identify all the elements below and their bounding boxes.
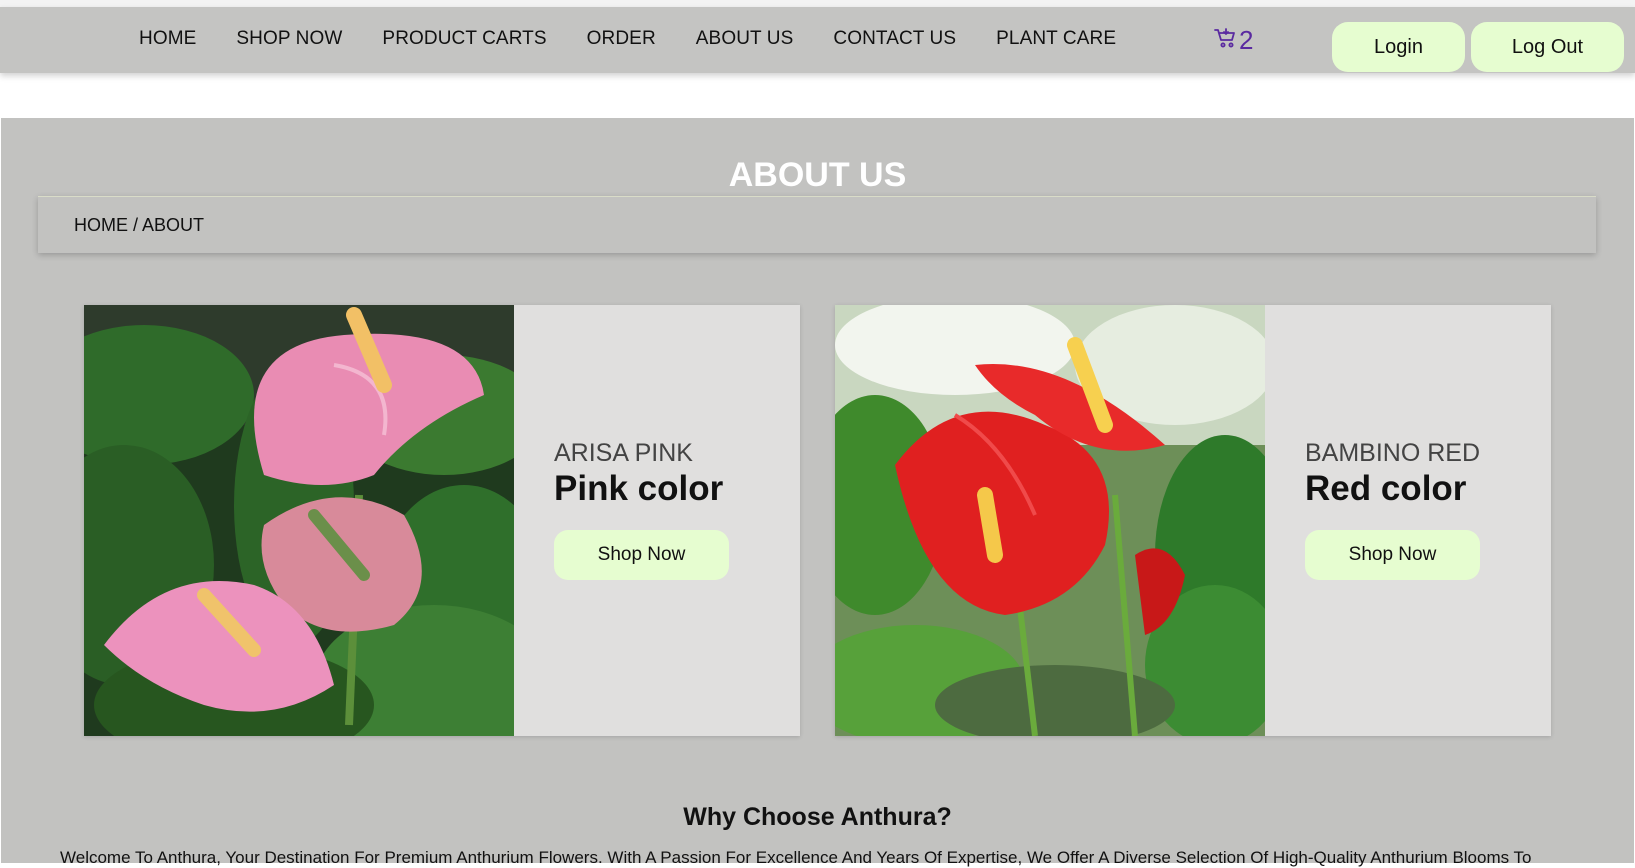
main-section: ABOUT US HOME / ABOUT ARISA PINK Pink co… <box>1 118 1634 867</box>
top-strip <box>0 0 1635 7</box>
card-title: Pink color <box>554 469 724 508</box>
nav-plant-care[interactable]: PLANT CARE <box>996 28 1116 50</box>
nav-shop-now[interactable]: SHOP NOW <box>236 28 342 50</box>
product-card-pink: ARISA PINK Pink color Shop Now <box>84 305 800 736</box>
nav-contact-us[interactable]: CONTACT US <box>833 28 956 50</box>
card-title: Red color <box>1305 469 1467 508</box>
cart-count: 2 <box>1239 25 1254 55</box>
cart-link[interactable]: 2 <box>1214 25 1253 56</box>
breadcrumb-bar: HOME / ABOUT <box>38 196 1596 253</box>
logout-button[interactable]: Log Out <box>1471 22 1624 72</box>
card-subtitle: ARISA PINK <box>554 439 693 467</box>
card-subtitle: BAMBINO RED <box>1305 439 1481 467</box>
navbar: HOME SHOP NOW PRODUCT CARTS ORDER ABOUT … <box>0 7 1635 73</box>
why-choose-text: Welcome To Anthura, Your Destination For… <box>60 848 1532 867</box>
nav-links: HOME SHOP NOW PRODUCT CARTS ORDER ABOUT … <box>139 28 1156 50</box>
nav-product-carts[interactable]: PRODUCT CARTS <box>382 28 546 50</box>
shop-now-button[interactable]: Shop Now <box>1305 530 1480 580</box>
cart-icon <box>1214 26 1238 55</box>
why-choose-title: Why Choose Anthura? <box>683 803 952 831</box>
product-card-red: BAMBINO RED Red color Shop Now <box>835 305 1551 736</box>
login-button[interactable]: Login <box>1332 22 1465 72</box>
nav-home[interactable]: HOME <box>139 28 196 50</box>
red-anthurium-image <box>835 305 1265 736</box>
shop-now-button[interactable]: Shop Now <box>554 530 729 580</box>
pink-anthurium-image <box>84 305 514 736</box>
nav-order[interactable]: ORDER <box>587 28 656 50</box>
page-title: ABOUT US <box>728 156 907 194</box>
nav-about-us[interactable]: ABOUT US <box>696 28 794 50</box>
breadcrumb: HOME / ABOUT <box>74 215 205 235</box>
